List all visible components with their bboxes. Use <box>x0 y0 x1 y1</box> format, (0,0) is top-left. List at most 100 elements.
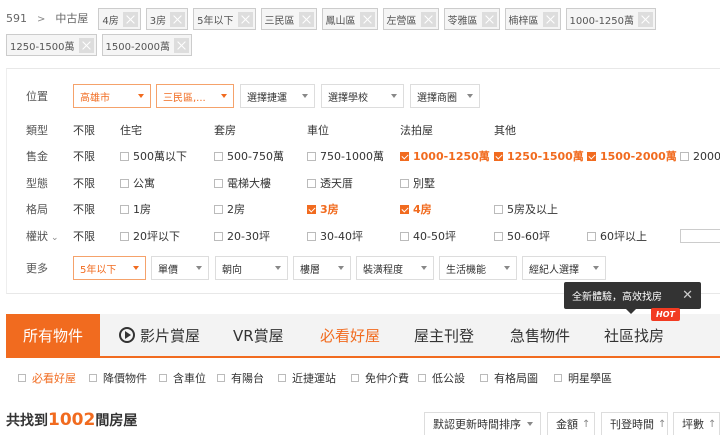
price-option[interactable]: 1500-2000萬 <box>587 148 677 164</box>
age-select[interactable]: 5年以下 <box>73 256 146 280</box>
close-icon[interactable] <box>237 11 253 27</box>
close-icon[interactable] <box>122 11 138 27</box>
type-option[interactable]: 車位 <box>307 122 329 138</box>
close-icon[interactable]: ✕ <box>682 288 693 303</box>
checkbox[interactable] <box>680 151 689 161</box>
price-option[interactable]: 500萬以下 <box>120 148 187 164</box>
checkbox[interactable] <box>89 374 97 382</box>
checkbox[interactable] <box>159 374 167 382</box>
checkbox-checked[interactable] <box>494 151 503 161</box>
feature-option[interactable]: 明星學區 <box>554 370 612 386</box>
checkbox[interactable] <box>400 231 409 241</box>
checkbox-checked[interactable] <box>400 151 409 161</box>
checkbox[interactable] <box>351 374 359 382</box>
layout-option[interactable]: 5房及以上 <box>494 201 558 217</box>
layout-option[interactable]: 4房 <box>400 201 432 217</box>
checkbox[interactable] <box>214 204 223 214</box>
form-option[interactable]: 公寓 <box>120 175 155 191</box>
price-option[interactable]: 1250-1500萬 <box>494 148 584 164</box>
form-option[interactable]: 別墅 <box>400 175 435 191</box>
close-icon[interactable] <box>420 11 436 27</box>
area-option[interactable]: 20坪以下 <box>120 228 180 244</box>
checkbox[interactable] <box>18 374 26 382</box>
sort-size-button[interactable]: 坪數 ↑ <box>673 412 720 435</box>
tab-owner[interactable]: 屋主刊登 <box>414 314 474 356</box>
decoration-select[interactable]: 裝潢程度 <box>356 256 434 280</box>
direction-select[interactable]: 朝向 <box>215 256 288 280</box>
tab-vr[interactable]: VR賞屋 <box>233 314 284 356</box>
sort-default-select[interactable]: 默認更新時間排序 <box>424 412 541 435</box>
form-option[interactable]: 電梯大樓 <box>214 175 271 191</box>
checkbox[interactable] <box>494 231 503 241</box>
checkbox[interactable] <box>418 374 426 382</box>
checkbox[interactable] <box>120 151 129 161</box>
checkbox[interactable] <box>120 204 129 214</box>
checkbox[interactable] <box>480 374 488 382</box>
area-option[interactable]: 50-60坪 <box>494 228 550 244</box>
checkbox[interactable] <box>217 374 225 382</box>
close-icon[interactable] <box>78 37 94 53</box>
sort-price-button[interactable]: 金額 ↑ <box>547 412 595 435</box>
tab-urgent[interactable]: 急售物件 <box>510 314 570 356</box>
area-option[interactable]: 40-50坪 <box>400 228 456 244</box>
price-option[interactable]: 不限 <box>73 148 95 164</box>
price-option[interactable]: 1000-1250萬 <box>400 148 490 164</box>
checkbox[interactable] <box>120 178 129 188</box>
feature-option[interactable]: 有陽台 <box>217 370 264 386</box>
checkbox-checked[interactable] <box>307 204 316 214</box>
checkbox[interactable] <box>214 231 223 241</box>
close-icon[interactable] <box>298 11 314 27</box>
unit-price-select[interactable]: 單價 <box>151 256 209 280</box>
form-option[interactable]: 不限 <box>73 175 95 191</box>
checkbox[interactable] <box>214 178 223 188</box>
checkbox[interactable] <box>307 151 316 161</box>
checkbox[interactable] <box>587 231 596 241</box>
facilities-select[interactable]: 生活機能 <box>439 256 517 280</box>
tab-video[interactable]: 影片賞屋 <box>119 314 200 356</box>
tab-all[interactable]: 所有物件 <box>6 314 100 356</box>
checkbox[interactable] <box>494 204 503 214</box>
close-icon[interactable] <box>542 11 558 27</box>
type-option[interactable]: 住宅 <box>120 122 142 138</box>
close-icon[interactable] <box>481 11 497 27</box>
sort-posted-button[interactable]: 刊登時間 ↑ <box>601 412 668 435</box>
layout-option[interactable]: 不限 <box>73 201 95 217</box>
close-icon[interactable] <box>174 37 190 53</box>
feature-option[interactable]: 低公設 <box>418 370 465 386</box>
checkbox-checked[interactable] <box>400 204 409 214</box>
layout-option[interactable]: 3房 <box>307 201 339 217</box>
checkbox[interactable] <box>214 151 223 161</box>
type-option[interactable]: 套房 <box>214 122 236 138</box>
feature-option[interactable]: 有格局圖 <box>480 370 538 386</box>
checkbox[interactable] <box>307 231 316 241</box>
floor-select[interactable]: 樓層 <box>293 256 351 280</box>
area-range-input[interactable] <box>680 229 720 243</box>
feature-option[interactable]: 含車位 <box>159 370 206 386</box>
checkbox-checked[interactable] <box>587 151 596 161</box>
school-select[interactable]: 選擇學校 <box>321 84 404 108</box>
close-icon[interactable] <box>359 11 375 27</box>
breadcrumb-category[interactable]: 中古屋 <box>55 9 88 29</box>
checkbox[interactable] <box>554 374 562 382</box>
city-select[interactable]: 高雄市 <box>73 84 151 108</box>
checkbox[interactable] <box>400 178 409 188</box>
mrt-select[interactable]: 選擇捷運 <box>240 84 315 108</box>
area-option[interactable]: 60坪以上 <box>587 228 647 244</box>
area-option[interactable]: 30-40坪 <box>307 228 363 244</box>
close-icon[interactable] <box>638 11 654 27</box>
price-option[interactable]: 500-750萬 <box>214 148 284 164</box>
price-option[interactable]: 750-1000萬 <box>307 148 384 164</box>
area-option[interactable]: 不限 <box>73 228 95 244</box>
agent-select[interactable]: 經紀人選擇 <box>522 256 606 280</box>
checkbox[interactable] <box>307 178 316 188</box>
type-option[interactable]: 法拍屋 <box>400 122 433 138</box>
layout-option[interactable]: 2房 <box>214 201 245 217</box>
form-option[interactable]: 透天厝 <box>307 175 353 191</box>
type-option[interactable]: 不限 <box>73 122 95 138</box>
mall-select[interactable]: 選擇商圈 <box>410 84 480 108</box>
feature-option[interactable]: 近捷運站 <box>278 370 336 386</box>
feature-option[interactable]: 免仲介費 <box>351 370 409 386</box>
checkbox[interactable] <box>278 374 286 382</box>
area-option[interactable]: 20-30坪 <box>214 228 270 244</box>
close-icon[interactable] <box>170 11 186 27</box>
